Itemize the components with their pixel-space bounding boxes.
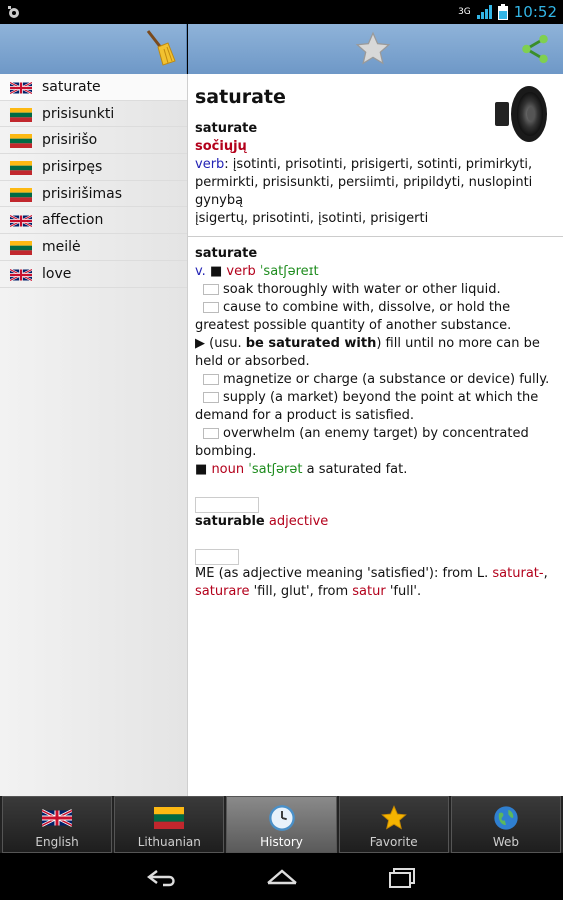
back-icon[interactable] [145, 865, 181, 889]
noun-line: ■ noun ˈsatʃərət a saturated fat. [195, 461, 557, 479]
battery-icon [497, 4, 508, 20]
sense-box [203, 374, 219, 385]
bottom-tabs: English Lithuanian History Favorite Web [0, 796, 563, 853]
share-icon[interactable] [518, 32, 552, 66]
history-toolbar [0, 24, 187, 74]
globe-icon [490, 805, 522, 831]
tab-label: Lithuanian [137, 835, 201, 849]
pronunciation: ˈsatʃərət [248, 462, 303, 477]
derivative-pos: adjective [268, 514, 329, 529]
history-item-label: prisirišimas [42, 185, 123, 202]
pos-label: verb [195, 157, 225, 172]
signal-icon [476, 5, 492, 19]
section-definition: saturate v. ■ verb ˈsatʃəreɪt soak thoro… [195, 245, 557, 479]
clock-icon [266, 805, 298, 831]
history-item-label: affection [42, 212, 104, 229]
origin: ME (as adjective meaning 'satisfied'): f… [195, 566, 548, 599]
sense-box [203, 428, 219, 439]
lt-flag-icon [10, 160, 32, 175]
sense: magnetize or charge (a substance or devi… [195, 371, 557, 389]
tab-web[interactable]: Web [450, 796, 562, 853]
sense-box [203, 302, 219, 313]
history-item-label: meilė [42, 238, 81, 255]
lt-flag-icon [10, 240, 32, 255]
section-box [195, 497, 259, 513]
sense: cause to combine with, dissolve, or hold… [195, 300, 512, 333]
debug-icon [8, 6, 19, 18]
sense: supply (a market) beyond the point at wh… [195, 390, 539, 423]
history-item-label: prisirišo [42, 132, 98, 149]
tab-lithuanian[interactable]: Lithuanian [114, 796, 225, 853]
translation-line-2: įsigertų, prisotinti, įsotinti, prisiger… [195, 211, 429, 226]
sub-sense: ▶ (usu. be saturated with) fill until no… [195, 336, 540, 369]
recent-apps-icon[interactable] [384, 865, 420, 889]
synonyms: : įsotinti, prisotinti, prisigerti, soti… [195, 157, 533, 208]
history-item[interactable]: saturate [0, 74, 187, 101]
network-type: 3G [458, 7, 471, 17]
tab-label: English [35, 835, 79, 849]
history-item-label: prisisunkti [42, 105, 115, 122]
tab-label: Favorite [369, 835, 418, 849]
uk-flag-icon [9, 267, 33, 282]
section-box [195, 549, 239, 565]
history-item[interactable]: prisirišo [0, 127, 187, 155]
star-icon [378, 805, 410, 831]
history-item[interactable]: prisirpęs [0, 154, 187, 181]
derivative-word: saturable [195, 514, 265, 529]
system-nav-bar [0, 853, 563, 900]
sense: overwhelm (an enemy target) by concentra… [195, 426, 529, 459]
broom-icon[interactable] [144, 29, 176, 67]
pos-abbr: v. [195, 264, 206, 279]
lt-flag-icon [10, 133, 32, 149]
history-item[interactable]: love [0, 261, 187, 288]
sense-box [203, 284, 219, 295]
speaker-icon[interactable] [493, 84, 549, 144]
uk-flag-icon [41, 805, 73, 831]
history-item[interactable]: meilė [0, 234, 187, 261]
lt-flag-icon [153, 805, 185, 831]
pos-label: noun [211, 462, 245, 477]
history-item[interactable]: prisisunkti [0, 101, 187, 128]
home-icon[interactable] [264, 865, 300, 889]
favorite-star-button[interactable] [354, 30, 392, 68]
uk-flag-icon [9, 80, 33, 95]
history-item[interactable]: prisirišimas [0, 181, 187, 208]
tab-favorite[interactable]: Favorite [338, 796, 449, 853]
usage-bold: be saturated with [245, 336, 377, 351]
clock: 10:52 [513, 3, 557, 21]
pos-line: v. ■ verb ˈsatʃəreɪt [195, 263, 557, 281]
entry-content: saturate saturate sočiųjų verb: įsotinti… [188, 74, 563, 796]
status-bar: 3G 10:52 [0, 0, 563, 24]
tab-english[interactable]: English [2, 796, 113, 853]
pronunciation: ˈsatʃəreɪt [259, 264, 319, 279]
history-item-label: prisirpęs [42, 158, 103, 175]
bullet: ■ [209, 264, 223, 279]
tab-history[interactable]: History [226, 796, 337, 853]
tab-label: Web [492, 835, 519, 849]
translation-line: verb: įsotinti, prisotinti, prisigerti, … [195, 156, 557, 210]
derivative: saturable adjective [195, 513, 557, 531]
pos-label: verb [226, 264, 256, 279]
sense: soak thoroughly with water or other liqu… [195, 281, 557, 299]
history-list: saturate prisisunkti prisirišo prisirpęs… [0, 74, 188, 796]
noun-def: a saturated fat. [302, 462, 408, 477]
lt-flag-icon [10, 187, 32, 202]
tab-label: History [260, 835, 303, 849]
history-item-label: love [42, 265, 72, 282]
arrow-icon: ▶ [195, 336, 205, 351]
divider [188, 236, 563, 237]
entry-toolbar [188, 24, 563, 74]
lt-flag-icon [10, 107, 32, 122]
section-title: saturate [195, 246, 258, 261]
uk-flag-icon [9, 213, 33, 228]
sense-box [203, 392, 219, 403]
history-item[interactable]: affection [0, 207, 187, 235]
bullet: ■ [195, 462, 208, 477]
history-item-label: saturate [42, 78, 101, 95]
